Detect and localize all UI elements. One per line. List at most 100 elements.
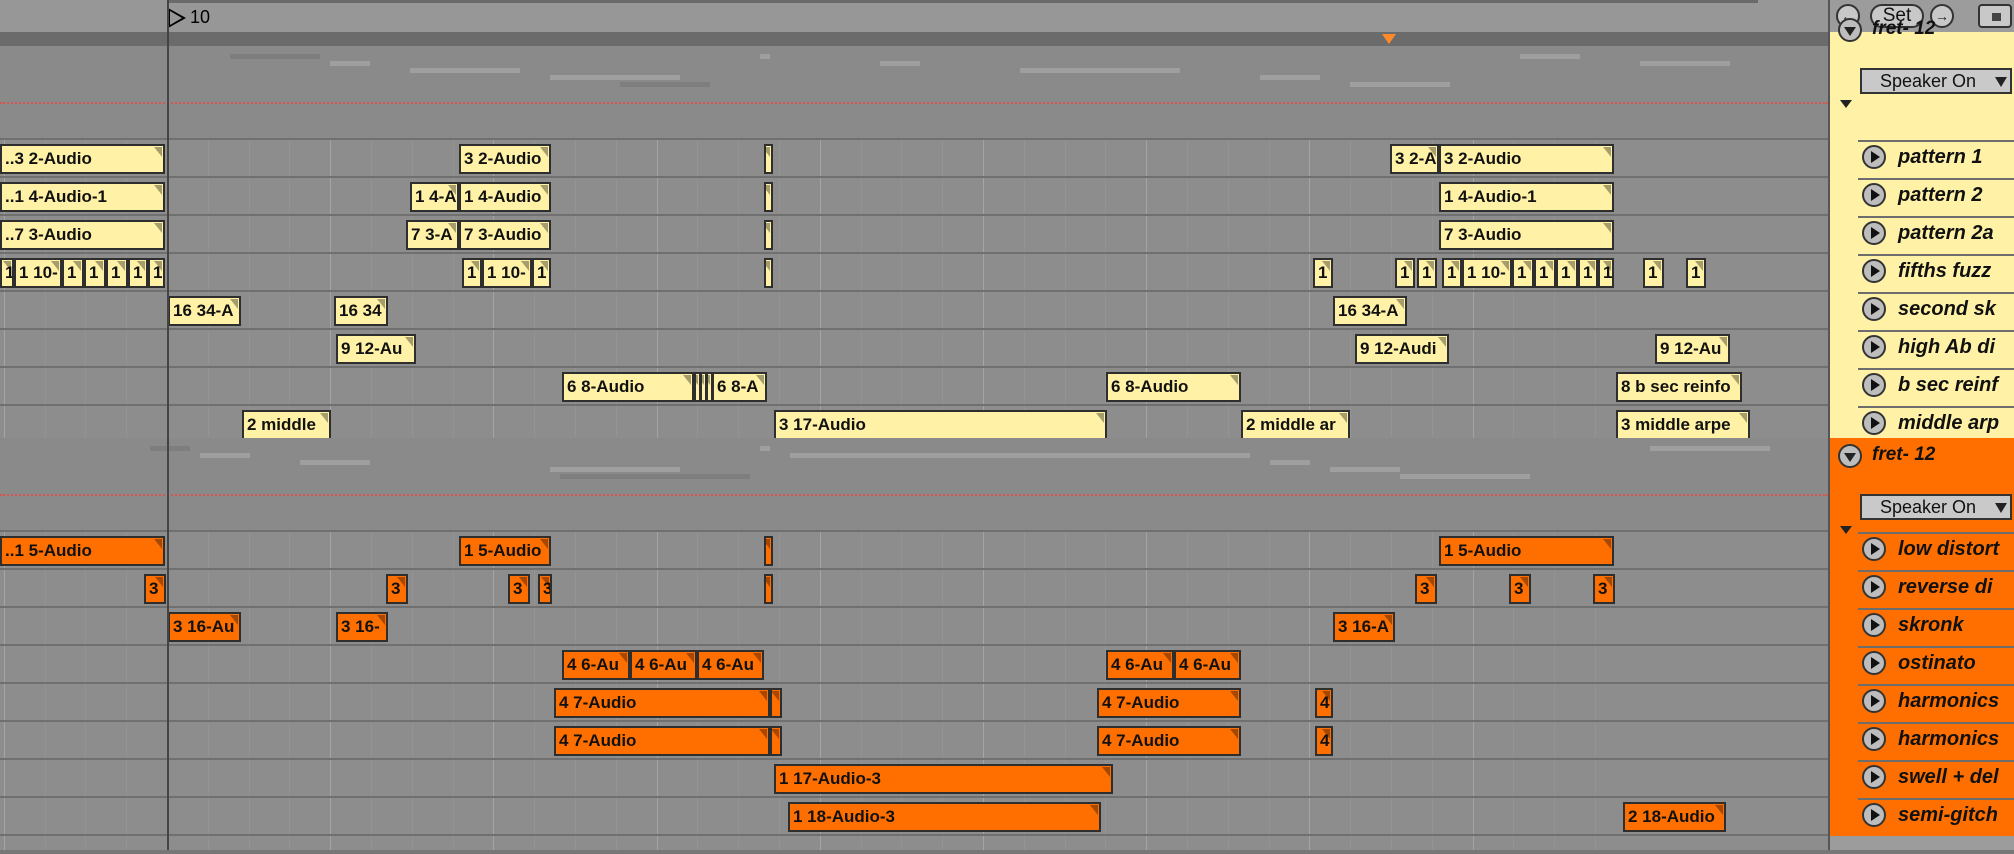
group-track-header[interactable]: fret- 12 Speaker On pattern 1 pattern 2 patt… bbox=[1830, 18, 2014, 444]
track-header[interactable]: pattern 2a bbox=[1858, 216, 2014, 248]
track-header[interactable]: second sk bbox=[1858, 292, 2014, 324]
play-icon[interactable] bbox=[1862, 411, 1886, 435]
group-overview-lane[interactable] bbox=[0, 46, 1828, 140]
track-lane[interactable]: 1 17-Audio-3 bbox=[0, 760, 1828, 798]
audio-clip[interactable] bbox=[764, 220, 773, 250]
fold-group-icon[interactable] bbox=[1838, 18, 1862, 42]
audio-clip[interactable]: ..3 2-Audio bbox=[0, 144, 165, 174]
track-lane[interactable]: 16 34-A 16 34 16 34-A bbox=[0, 292, 1828, 330]
audio-clip[interactable]: 3 16-A bbox=[1333, 612, 1395, 642]
track-lane[interactable]: 4 6-Au 4 6-Au 4 6-Au 4 6-Au 4 6-Au bbox=[0, 646, 1828, 684]
audio-clip[interactable]: 4 bbox=[1315, 726, 1333, 756]
track-lane[interactable]: 9 12-Au 9 12-Audi 9 12-Au bbox=[0, 330, 1828, 368]
audio-clip[interactable]: 3 2-Audio bbox=[1439, 144, 1614, 174]
play-icon[interactable] bbox=[1862, 537, 1886, 561]
play-icon[interactable] bbox=[1862, 651, 1886, 675]
audio-clip[interactable] bbox=[770, 688, 782, 718]
audio-clip[interactable]: 4 6-Au bbox=[562, 650, 630, 680]
track-header[interactable]: ostinato bbox=[1858, 646, 2014, 678]
audio-clip[interactable]: 3 bbox=[144, 574, 166, 604]
audio-clip[interactable]: 4 7-Audio bbox=[554, 688, 770, 718]
scrub-area[interactable] bbox=[0, 32, 1828, 46]
audio-clip[interactable]: 1 bbox=[148, 258, 165, 288]
play-icon[interactable] bbox=[1862, 689, 1886, 713]
track-lane[interactable]: ..7 3-Audio 7 3-A 7 3-Audio 7 3-Audio bbox=[0, 216, 1828, 254]
audio-clip[interactable]: 1 bbox=[128, 258, 148, 288]
track-header[interactable]: pattern 1 bbox=[1858, 140, 2014, 172]
audio-clip[interactable]: 6 8-Audio bbox=[562, 372, 694, 402]
audio-clip[interactable]: 1 bbox=[1598, 258, 1614, 288]
group-title-row[interactable]: fret- 12 bbox=[1830, 12, 2014, 52]
play-icon[interactable] bbox=[1862, 335, 1886, 359]
play-icon[interactable] bbox=[1862, 727, 1886, 751]
audio-clip[interactable]: 3 2-A bbox=[1390, 144, 1439, 174]
audio-clip[interactable]: 7 3-Audio bbox=[1439, 220, 1614, 250]
audio-clip[interactable]: 2 middle ar bbox=[1241, 410, 1350, 440]
track-header[interactable]: semi-gitch bbox=[1858, 798, 2014, 830]
fold-group-icon[interactable] bbox=[1838, 444, 1862, 468]
track-header[interactable]: high Ab di bbox=[1858, 330, 2014, 362]
track-lane[interactable]: 1 18-Audio-3 2 18-Audio bbox=[0, 798, 1828, 836]
audio-clip[interactable] bbox=[764, 536, 773, 566]
group-track-header[interactable]: fret- 12 Speaker On low distort reverse di s… bbox=[1830, 438, 2014, 836]
play-icon[interactable] bbox=[1862, 297, 1886, 321]
audio-clip[interactable]: 3 bbox=[508, 574, 530, 604]
play-icon[interactable] bbox=[1862, 575, 1886, 599]
group-title-row[interactable]: fret- 12 bbox=[1830, 438, 2014, 478]
audio-clip[interactable]: 4 7-Audio bbox=[554, 726, 770, 756]
audio-clip[interactable]: 1 bbox=[1686, 258, 1706, 288]
audio-clip[interactable] bbox=[764, 182, 773, 212]
audio-clip[interactable]: 4 6-Au bbox=[630, 650, 697, 680]
audio-clip[interactable]: 1 bbox=[1417, 258, 1437, 288]
audio-clip[interactable]: 6 8-A bbox=[712, 372, 767, 402]
play-icon[interactable] bbox=[1862, 221, 1886, 245]
audio-clip[interactable]: 4 6-Au bbox=[1174, 650, 1241, 680]
track-lane[interactable]: 11 10- 1 1 1 1 1 1 1 10- 1 1 1 1 1 1 10- 1 1 1 1 1 1 1 bbox=[0, 254, 1828, 292]
audio-clip[interactable]: 3 bbox=[1593, 574, 1615, 604]
audio-clip[interactable]: 16 34-A bbox=[168, 296, 241, 326]
audio-clip[interactable]: 3 bbox=[1509, 574, 1531, 604]
automation-line[interactable] bbox=[0, 494, 1828, 496]
group-overview-lane[interactable] bbox=[0, 438, 1828, 532]
audio-clip[interactable]: 1 bbox=[0, 258, 14, 288]
audio-clip[interactable]: 6 8-Audio bbox=[1106, 372, 1241, 402]
audio-clip[interactable]: 2 18-Audio bbox=[1623, 802, 1726, 832]
audio-clip[interactable]: 1 bbox=[106, 258, 128, 288]
output-routing-select[interactable]: Speaker On bbox=[1860, 494, 2012, 520]
loop-brace[interactable] bbox=[168, 0, 1758, 3]
audio-clip[interactable]: 3 bbox=[538, 574, 552, 604]
audio-clip[interactable]: 1 bbox=[1313, 258, 1333, 288]
audio-clip[interactable]: 1 5-Audio bbox=[459, 536, 551, 566]
track-lane[interactable]: 3333333 bbox=[0, 570, 1828, 608]
play-icon[interactable] bbox=[1862, 765, 1886, 789]
audio-clip[interactable]: 1 bbox=[1534, 258, 1556, 288]
audio-clip[interactable]: 4 6-Au bbox=[1106, 650, 1174, 680]
track-lane[interactable]: 4 7-Audio 4 7-Audio 4 bbox=[0, 684, 1828, 722]
audio-clip[interactable]: 1 4-Audio bbox=[459, 182, 551, 212]
audio-clip[interactable]: 4 7-Audio bbox=[1097, 726, 1241, 756]
track-lane[interactable]: ..1 4-Audio-1 1 4-A 1 4-Audio 1 4-Audio-1 bbox=[0, 178, 1828, 216]
track-header[interactable]: skronk bbox=[1858, 608, 2014, 640]
audio-clip[interactable]: 1 bbox=[462, 258, 482, 288]
audio-clip[interactable]: 1 bbox=[1556, 258, 1578, 288]
audio-clip[interactable]: 1 10- bbox=[482, 258, 532, 288]
locator-marker-icon[interactable] bbox=[1382, 34, 1396, 44]
audio-clip[interactable]: ..1 5-Audio bbox=[0, 536, 165, 566]
audio-clip[interactable]: 1 bbox=[1442, 258, 1462, 288]
audio-clip[interactable]: 1 bbox=[84, 258, 106, 288]
audio-clip[interactable]: 1 bbox=[532, 258, 551, 288]
audio-clip[interactable]: 1 5-Audio bbox=[1439, 536, 1614, 566]
audio-clip[interactable]: 4 6-Au bbox=[697, 650, 764, 680]
audio-clip[interactable]: 9 12-Au bbox=[336, 334, 416, 364]
audio-clip[interactable] bbox=[770, 726, 782, 756]
audio-clip[interactable]: 3 bbox=[386, 574, 408, 604]
audio-clip[interactable]: 16 34-A bbox=[1333, 296, 1407, 326]
track-header[interactable]: low distort bbox=[1858, 532, 2014, 564]
audio-clip[interactable]: 1 bbox=[1578, 258, 1598, 288]
track-header[interactable]: reverse di bbox=[1858, 570, 2014, 602]
track-lane[interactable]: 4 7-Audio 4 7-Audio 4 bbox=[0, 722, 1828, 760]
audio-clip[interactable]: 4 7-Audio bbox=[1097, 688, 1241, 718]
arrangement-view[interactable]: 10 ..3 2-Audio 3 2-Audio 3 2-A 3 2-Audio ..1… bbox=[0, 0, 1828, 854]
audio-clip[interactable]: 1 18-Audio-3 bbox=[788, 802, 1101, 832]
play-icon[interactable] bbox=[1862, 145, 1886, 169]
